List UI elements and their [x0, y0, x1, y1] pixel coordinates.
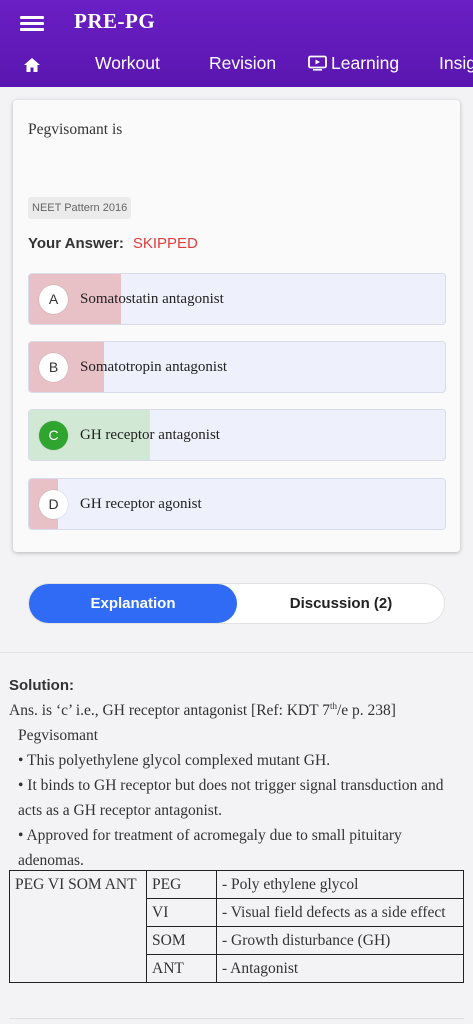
table-cell-meaning: - Visual field defects as a side effect — [216, 898, 464, 927]
option-d[interactable]: D GH receptor agonist — [28, 478, 446, 530]
option-b-letter: B — [39, 353, 68, 382]
tab-learning-label: Learning — [331, 53, 400, 73]
table-cell-abbr: ANT — [146, 954, 217, 983]
option-c[interactable]: C GH receptor antagonist — [28, 409, 446, 461]
explanation-discussion-toggle: Explanation Discussion (2) — [28, 583, 445, 624]
table-cell-drug-name: PEG VI SOM ANT — [9, 870, 147, 983]
hamburger-menu-icon[interactable] — [20, 13, 44, 33]
table-cell-abbr: PEG — [146, 870, 217, 899]
explanation-tab[interactable]: Explanation — [29, 584, 237, 623]
table-cell-meaning: - Growth disturbance (GH) — [216, 926, 464, 955]
tab-revision[interactable]: Revision — [209, 53, 276, 74]
option-c-text: GH receptor antagonist — [80, 427, 220, 443]
table-cell-meaning: - Poly ethylene glycol — [216, 870, 464, 899]
abbreviation-table: PEG VI SOM ANT PEG - Poly ethylene glyco… — [9, 870, 464, 983]
solution-bullet-3: • Approved for treatment of acromegaly d… — [18, 827, 402, 869]
tab-workout[interactable]: Workout — [95, 53, 160, 74]
option-a-letter: A — [39, 285, 68, 314]
solution-heading: Solution: — [9, 677, 74, 694]
app-title: PRE-PG — [74, 9, 156, 33]
divider — [0, 652, 473, 653]
option-a-text: Somatostatin antagonist — [80, 291, 224, 307]
tab-insights[interactable]: Insig — [439, 53, 473, 74]
option-d-letter: D — [39, 490, 68, 519]
your-answer-status: SKIPPED — [132, 235, 198, 252]
solution-section: Solution: Ans. is ‘c’ i.e., GH receptor … — [9, 673, 469, 873]
solution-bullet-2: • It binds to GH receptor but does not t… — [18, 777, 444, 819]
table-cell-abbr: SOM — [146, 926, 217, 955]
home-icon[interactable] — [22, 55, 42, 75]
tab-learning[interactable]: Learning — [308, 53, 399, 74]
discussion-tab[interactable]: Discussion (2) — [237, 584, 445, 623]
solution-bullet-1: • This polyethylene glycol complexed mut… — [18, 752, 331, 769]
table-row: PEG VI SOM ANT PEG - Poly ethylene glyco… — [9, 870, 464, 983]
solution-subject: Pegvisomant — [18, 727, 99, 744]
option-c-letter: C — [39, 421, 68, 450]
option-a[interactable]: A Somatostatin antagonist — [28, 273, 446, 325]
question-card: Pegvisomant is NEET Pattern 2016 Your An… — [13, 100, 460, 552]
video-icon — [308, 55, 327, 71]
answer-line: Ans. is ‘c’ i.e., GH receptor antagonist… — [9, 700, 396, 719]
table-cell-abbr: VI — [146, 898, 217, 927]
option-b-text: Somatotropin antagonist — [80, 359, 228, 375]
option-d-text: GH receptor agonist — [80, 496, 202, 512]
your-answer-label: Your Answer: — [28, 235, 124, 252]
app-bar: PRE-PG Workout Revision Learning Insig — [0, 0, 473, 87]
your-answer: Your Answer: SKIPPED — [28, 235, 198, 252]
exam-tag: NEET Pattern 2016 — [28, 197, 132, 219]
option-b[interactable]: B Somatotropin antagonist — [28, 341, 446, 393]
bottom-divider — [9, 1018, 464, 1019]
question-text: Pegvisomant is — [28, 121, 123, 138]
table-cell-meaning: - Antagonist — [216, 954, 464, 983]
nav-tabs: Workout Revision Learning Insig — [0, 48, 473, 84]
